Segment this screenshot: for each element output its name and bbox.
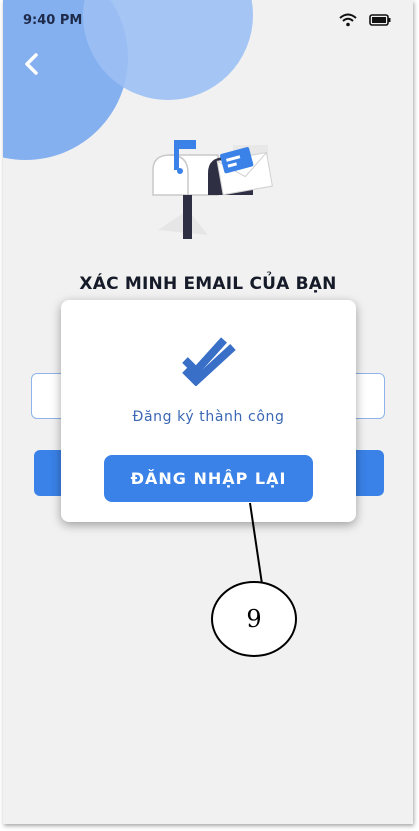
status-icons	[339, 13, 391, 27]
annotation-number: 9	[246, 605, 262, 633]
phone-screen: 9:40 PM XÁC MINH EMAIL CỦA BẠN Đăng ký t…	[3, 0, 413, 824]
mailbox-illustration	[152, 140, 273, 239]
double-check-icon	[182, 337, 236, 386]
battery-icon	[369, 14, 391, 26]
login-again-button[interactable]: ĐĂNG NHẬP LẠI	[104, 455, 313, 502]
success-dialog: Đăng ký thành công ĐĂNG NHẬP LẠI	[61, 300, 356, 522]
chevron-left-icon	[25, 53, 38, 75]
back-button[interactable]	[17, 50, 45, 78]
wifi-icon	[339, 13, 357, 27]
success-message: Đăng ký thành công	[132, 409, 285, 425]
page-title: XÁC MINH EMAIL CỦA BẠN	[79, 274, 337, 294]
status-time: 9:40 PM	[23, 13, 83, 28]
